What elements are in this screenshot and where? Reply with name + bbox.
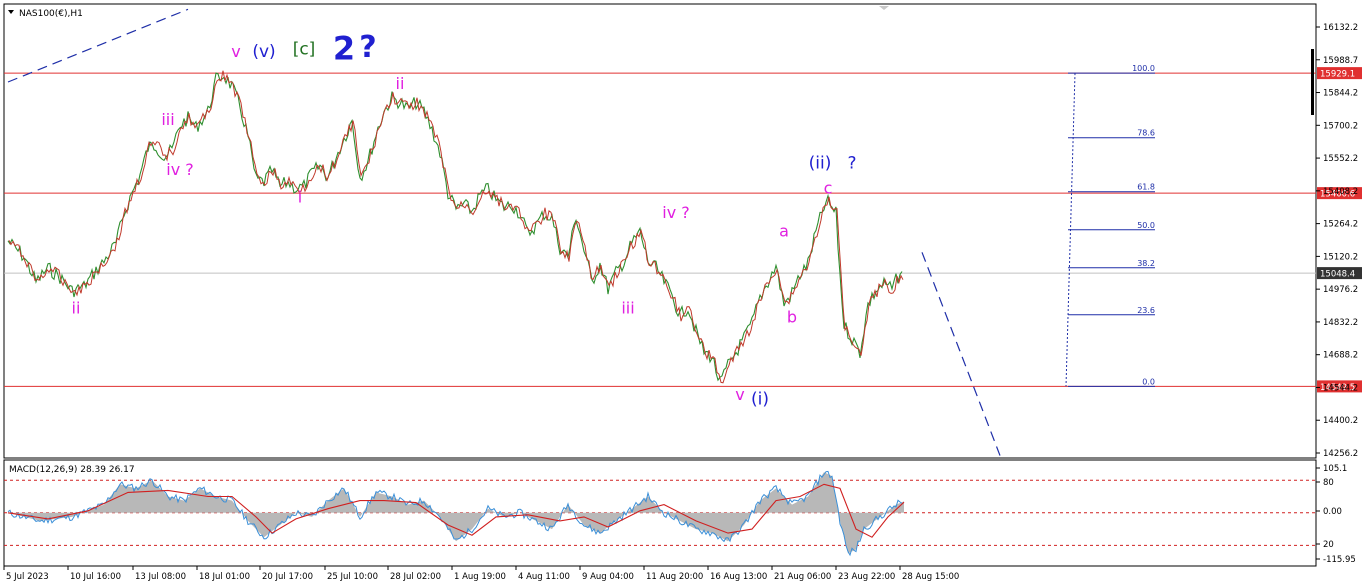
- fib-level-label: 23.6: [1137, 306, 1155, 315]
- time-tick-label: 13 Jul 08:00: [135, 572, 186, 582]
- fib-level-label: 61.8: [1137, 183, 1155, 192]
- price-tick-label: 14832.2: [1323, 318, 1358, 328]
- price-tick-label: 15408.2: [1323, 187, 1358, 197]
- wave-label: [c]: [293, 40, 316, 60]
- wave-label: c: [824, 178, 833, 197]
- wave-label: ?: [359, 30, 376, 65]
- price-tick-label: 16132.2: [1323, 23, 1358, 33]
- price-tick-label: 14544.2: [1323, 383, 1358, 393]
- time-tick-label: 4 Aug 11:00: [518, 572, 570, 582]
- wave-label: a: [779, 221, 789, 240]
- macd-tick-label: -115.95: [1323, 555, 1356, 565]
- wave-label: (i): [751, 389, 769, 409]
- macd-tick-label: 0.00: [1323, 507, 1342, 517]
- price-tick-label: 14688.2: [1323, 351, 1358, 361]
- wave-label: ii: [396, 74, 405, 93]
- time-tick-label: 20 Jul 17:00: [262, 572, 313, 582]
- macd-axis[interactable]: 105.1 80 0.00 20 -115.95: [1316, 464, 1356, 565]
- price-tick-label: 15988.7: [1323, 56, 1358, 66]
- price-tick-label: 15700.2: [1323, 121, 1358, 131]
- wave-label: iii: [161, 110, 174, 129]
- wave-label: 2: [333, 29, 355, 67]
- price-tick-label: 14256.2: [1323, 449, 1358, 459]
- macd-tick-label: 80: [1323, 478, 1334, 488]
- wave-label: b: [787, 308, 797, 327]
- time-tick-label: 28 Jul 02:00: [390, 572, 441, 582]
- time-tick-label: 28 Aug 15:00: [902, 572, 959, 582]
- scroll-indicator[interactable]: [1311, 49, 1314, 115]
- fib-level-label: 0.0: [1142, 377, 1155, 386]
- macd-tick-label: 20: [1323, 540, 1334, 550]
- fib-level-label: 100.0: [1132, 64, 1155, 73]
- fib-level-label: 50.0: [1137, 221, 1155, 230]
- price-tick-label: 14400.2: [1323, 416, 1358, 426]
- time-tick-label: 1 Aug 19:00: [454, 572, 506, 582]
- price-tick-label: 15120.2: [1323, 252, 1358, 262]
- time-tick-label: 11 Aug 20:00: [646, 572, 703, 582]
- time-tick-label: 5 Jul 2023: [6, 572, 49, 582]
- wave-label: ii: [72, 299, 81, 318]
- fib-level-label: 38.2: [1137, 259, 1155, 268]
- chart-header: NAS100(€),H1: [8, 9, 83, 19]
- wave-label: iv ?: [166, 160, 194, 179]
- price-axis[interactable]: 16132.2 15988.7 15844.2 15700.2 15552.2 15408…: [1311, 23, 1358, 459]
- time-tick-label: 16 Aug 13:00: [710, 572, 767, 582]
- trading-chart[interactable]: 15929.115400.614549.515048.4 100.078.661…: [0, 0, 1366, 588]
- time-tick-label: 25 Jul 10:00: [327, 572, 378, 582]
- wave-label: i: [298, 187, 302, 206]
- macd-tick-label: 105.1: [1323, 464, 1347, 474]
- time-tick-label: 21 Aug 06:00: [774, 572, 831, 582]
- main-price-pane[interactable]: 15929.115400.614549.515048.4 100.078.661…: [3, 3, 1362, 459]
- wave-label: v: [735, 385, 744, 404]
- fib-level-label: 78.6: [1137, 129, 1155, 138]
- macd-pane[interactable]: 105.1 80 0.00 20 -115.95 MACD(12,26,9) 28.39…: [3, 459, 1356, 567]
- wave-label: iii: [621, 299, 634, 318]
- price-tick-label: 15844.2: [1323, 89, 1358, 99]
- symbol-label: NAS100(€),H1: [19, 9, 83, 19]
- price-tick-label: 14976.2: [1323, 285, 1358, 295]
- time-tick-label: 9 Aug 04:00: [582, 572, 634, 582]
- wave-label: iv ?: [662, 203, 690, 222]
- time-axis[interactable]: 5 Jul 2023 10 Jul 16:00 13 Jul 08:00 18 Jul…: [3, 566, 959, 582]
- time-tick-label: 23 Aug 22:00: [838, 572, 895, 582]
- price-level-label: 15048.4: [1320, 270, 1355, 280]
- macd-label: MACD(12,26,9) 28.39 26.17: [9, 465, 135, 475]
- wave-label: v: [231, 42, 240, 61]
- price-tick-label: 15552.2: [1323, 154, 1358, 164]
- price-level-label: 15929.1: [1320, 70, 1355, 80]
- wave-label: (v): [252, 42, 275, 62]
- wave-label: (ii): [809, 153, 832, 173]
- wave-label: ?: [847, 153, 856, 173]
- time-tick-label: 18 Jul 01:00: [199, 572, 250, 582]
- main-plot-frame: [3, 3, 1317, 459]
- price-tick-label: 15264.2: [1323, 220, 1358, 230]
- time-tick-label: 10 Jul 16:00: [70, 572, 121, 582]
